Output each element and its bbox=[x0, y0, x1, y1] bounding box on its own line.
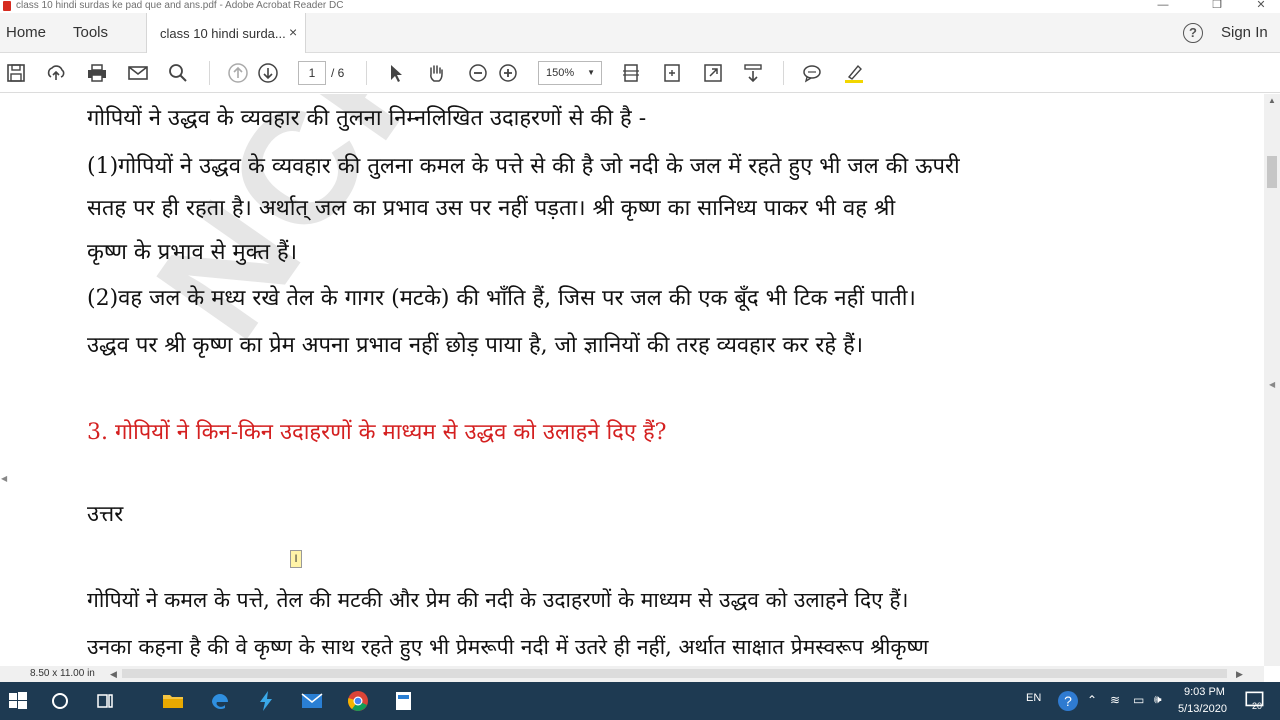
zoom-select[interactable]: 150% ▼ bbox=[538, 61, 602, 85]
tools-tab[interactable]: Tools bbox=[73, 13, 108, 53]
restore-button[interactable]: ❐ bbox=[1194, 0, 1240, 13]
scroll-left-icon[interactable]: ◀ bbox=[110, 666, 117, 682]
chevron-up-icon[interactable]: ⌃ bbox=[1087, 693, 1097, 707]
acrobat-icon[interactable] bbox=[392, 689, 416, 713]
hand-icon[interactable] bbox=[425, 62, 447, 84]
svg-text:?: ? bbox=[1064, 693, 1072, 709]
notification-count: 20 bbox=[1252, 701, 1263, 711]
chevron-down-icon: ▼ bbox=[587, 68, 595, 77]
scrollbar-thumb[interactable] bbox=[1267, 156, 1277, 188]
page-total: / 6 bbox=[331, 66, 345, 80]
zoom-in-icon[interactable] bbox=[497, 62, 519, 84]
toolbar: 1 / 6 150% ▼ bbox=[0, 53, 1280, 93]
clock-time[interactable]: 9:03 PM bbox=[1184, 686, 1225, 698]
right-panel-toggle-icon[interactable]: ◀ bbox=[1269, 380, 1275, 389]
scroll-right-icon[interactable]: ▶ bbox=[1236, 666, 1243, 682]
left-panel-toggle-icon[interactable]: ◀ bbox=[1, 474, 7, 483]
window-title: class 10 hindi surdas ke pad que and ans… bbox=[16, 0, 344, 11]
horizontal-scroll-thumb[interactable] bbox=[122, 669, 1227, 678]
help-icon[interactable]: ? bbox=[1183, 23, 1203, 43]
text-line: (2)वह जल के मध्य रखे तेल के गागर (मटके) … bbox=[87, 286, 916, 311]
document-tab[interactable]: class 10 hindi surda... × bbox=[146, 13, 306, 54]
text-line: उनका कहना है की वे कृष्ण के साथ रहते हुए… bbox=[87, 635, 929, 659]
email-icon[interactable] bbox=[127, 62, 149, 84]
toolbar-divider bbox=[209, 61, 210, 85]
home-tab[interactable]: Home bbox=[6, 13, 46, 53]
text-line: गोपियों ने कमल के पत्ते, तेल की मटकी और … bbox=[87, 588, 909, 612]
battery-icon[interactable]: ▭ bbox=[1133, 693, 1144, 707]
text-line: सतह पर ही रहता है। अर्थात् जल का प्रभाव … bbox=[87, 196, 896, 221]
zoom-value: 150% bbox=[546, 67, 575, 79]
upload-icon[interactable] bbox=[45, 62, 67, 84]
document-viewport[interactable]: NCRTSOL गोपियों ने उद्धव के व्यवहार की त… bbox=[0, 94, 1264, 666]
document-tab-label: class 10 hindi surda... bbox=[160, 26, 286, 41]
acrobat-app-icon bbox=[3, 1, 11, 11]
select-cursor-icon[interactable] bbox=[385, 62, 407, 84]
language-indicator[interactable]: EN bbox=[1026, 692, 1041, 704]
chrome-icon[interactable] bbox=[346, 689, 370, 713]
print-icon[interactable] bbox=[86, 62, 108, 84]
taskbar: EN ? ⌃ ≋ ▭ 🕪 9:03 PM 5/13/2020 20 bbox=[0, 682, 1280, 720]
save-icon[interactable] bbox=[5, 62, 27, 84]
network-icon[interactable]: ≋ bbox=[1110, 693, 1120, 707]
zoom-out-icon[interactable] bbox=[467, 62, 489, 84]
text-line: कृष्ण के प्रभाव से मुक्त हैं। bbox=[87, 240, 298, 265]
minimize-button[interactable]: — bbox=[1140, 0, 1186, 13]
cortana-icon[interactable] bbox=[48, 689, 72, 713]
text-line: गोपियों ने उद्धव के व्यवहार की तुलना निम… bbox=[87, 106, 647, 131]
highlight-icon[interactable] bbox=[843, 62, 865, 84]
horizontal-scrollbar[interactable]: 8.50 x 11.00 in ◀ ▶ bbox=[0, 666, 1264, 682]
toolbar-divider bbox=[366, 61, 367, 85]
close-tab-icon[interactable]: × bbox=[289, 24, 297, 40]
file-explorer-icon[interactable] bbox=[161, 689, 185, 713]
help-tray-icon[interactable]: ? bbox=[1056, 689, 1080, 713]
question-heading: 3. गोपियों ने किन-किन उदाहरणों के माध्यम… bbox=[87, 420, 667, 445]
page-number-input[interactable]: 1 bbox=[298, 61, 326, 85]
clock-date[interactable]: 5/13/2020 bbox=[1178, 703, 1227, 715]
mail-icon[interactable] bbox=[300, 689, 324, 713]
search-icon[interactable] bbox=[167, 62, 189, 84]
menu-bar: Home Tools class 10 hindi surda... × ? S… bbox=[0, 13, 1280, 54]
full-screen-icon[interactable] bbox=[661, 62, 683, 84]
toolbar-divider bbox=[783, 61, 784, 85]
start-icon[interactable] bbox=[6, 689, 30, 713]
text-line: उद्धव पर श्री कृष्ण का प्रेम अपना प्रभाव… bbox=[87, 333, 864, 358]
edge-icon[interactable] bbox=[208, 689, 232, 713]
task-view-icon[interactable] bbox=[93, 689, 117, 713]
comment-icon[interactable] bbox=[801, 62, 823, 84]
spark-icon[interactable] bbox=[254, 689, 278, 713]
close-button[interactable]: ✕ bbox=[1238, 0, 1280, 13]
text-line: (1)गोपियों ने उद्धव के व्यवहार की तुलना … bbox=[87, 154, 960, 179]
vertical-scrollbar[interactable]: ▲ ◀ bbox=[1264, 94, 1280, 666]
title-bar: class 10 hindi surdas ke pad que and ans… bbox=[0, 0, 1280, 13]
scroll-mode-icon[interactable] bbox=[742, 62, 764, 84]
prev-page-icon[interactable] bbox=[227, 62, 249, 84]
expand-icon[interactable] bbox=[702, 62, 724, 84]
page-size-label: 8.50 x 11.00 in bbox=[30, 668, 95, 679]
answer-label: उत्तर bbox=[87, 502, 124, 527]
text-cursor-icon: I bbox=[290, 550, 302, 568]
next-page-icon[interactable] bbox=[257, 62, 279, 84]
fit-page-icon[interactable] bbox=[620, 62, 642, 84]
scroll-up-icon[interactable]: ▲ bbox=[1268, 96, 1276, 105]
volume-icon[interactable]: 🕪 bbox=[1154, 692, 1162, 707]
sign-in-button[interactable]: Sign In bbox=[1221, 13, 1268, 53]
